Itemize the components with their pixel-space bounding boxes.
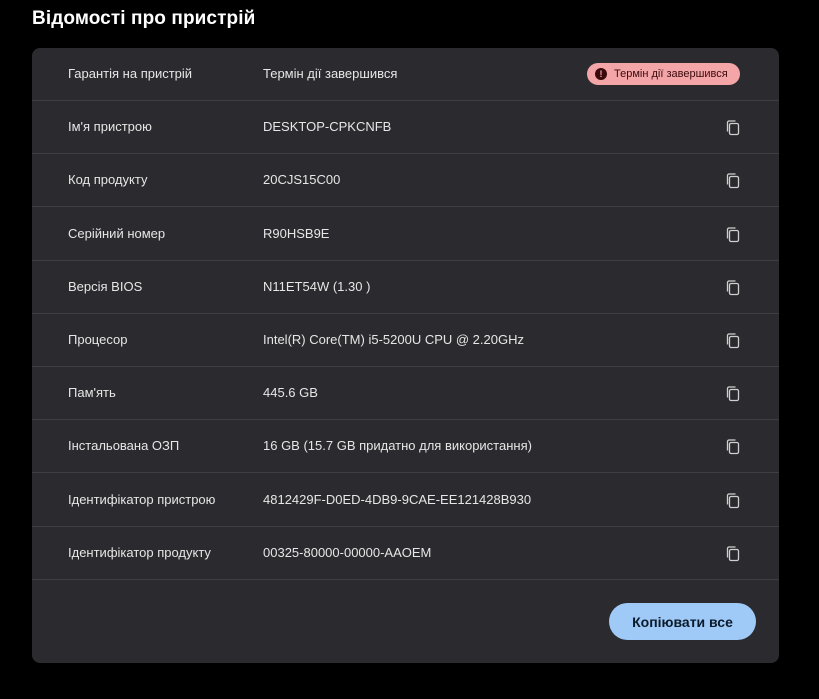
row-label: Ідентифікатор пристрою (68, 491, 216, 507)
row-label: Серійний номер (68, 225, 166, 241)
row-value: N11ET54W (1.30 ) (263, 278, 371, 294)
info-row: Ідентифікатор продукту 00325-80000-00000-… (32, 527, 779, 580)
row-value: Intel(R) Core(TM) i5-5200U CPU @ 2.20GHz (263, 332, 524, 347)
row-value: 445.6 GB (263, 385, 318, 401)
copy-icon[interactable] (722, 277, 744, 299)
row-warranty: Гарантія на пристрій Термін дії завершив… (32, 48, 779, 101)
copy-all-button[interactable]: Копіювати все (609, 603, 756, 640)
info-row: Процесор Intel(R) Core(TM) i5-5200U CPU @… (32, 314, 779, 367)
row-value: R90HSB9E (263, 225, 330, 241)
row-value: 00325-80000-00000-AAOEM (263, 544, 432, 560)
row-value: Термін дії завершився (263, 66, 398, 81)
row-label: Інстальована ОЗП (68, 438, 180, 454)
row-label: Ідентифікатор продукту (68, 544, 211, 560)
info-row: Інстальована ОЗП 16 GB (15.7 GB придатно … (32, 420, 779, 474)
row-label: Ім'я пристрою (68, 119, 152, 135)
row-value: DESKTOP-CPKCNFB (263, 119, 392, 135)
info-row: Ідентифікатор пристрою 4812429F-D0ED-4DB9… (32, 474, 779, 527)
info-row: Версія BIOS N11ET54W (1.30 ) (32, 261, 779, 314)
copy-icon[interactable] (722, 224, 744, 246)
row-label: Пам'ять (68, 385, 116, 401)
warranty-status-badge: ! Термін дії завершився (587, 63, 740, 85)
copy-icon[interactable] (722, 330, 744, 352)
info-row: Ім'я пристрою DESKTOP-CPKCNFB (32, 101, 779, 155)
row-value: 16 GB (15.7 GB придатно для використання… (263, 438, 532, 454)
copy-icon[interactable] (722, 117, 744, 139)
row-value: 4812429F-D0ED-4DB9-9CAE-EE121428B930 (263, 491, 532, 507)
copy-icon[interactable] (722, 170, 744, 192)
row-label: Процесор (68, 332, 128, 347)
device-info-card: Гарантія на пристрій Термін дії завершив… (32, 48, 779, 663)
row-value: 20CJS15C00 (263, 172, 341, 188)
badge-text: Термін дії завершився (614, 68, 728, 80)
info-row: Код продукту 20CJS15C00 (32, 154, 779, 208)
info-row: Пам'ять 445.6 GB (32, 367, 779, 421)
copy-icon[interactable] (722, 383, 744, 405)
row-label: Версія BIOS (68, 278, 143, 294)
row-label: Код продукту (68, 172, 148, 188)
copy-icon[interactable] (722, 490, 744, 512)
info-row: Серійний номер R90HSB9E (32, 208, 779, 261)
copy-icon[interactable] (722, 436, 744, 458)
page-title: Відомості про пристрій (32, 8, 256, 29)
alert-icon: ! (595, 68, 607, 80)
copy-icon[interactable] (722, 543, 744, 565)
row-label: Гарантія на пристрій (68, 66, 193, 81)
